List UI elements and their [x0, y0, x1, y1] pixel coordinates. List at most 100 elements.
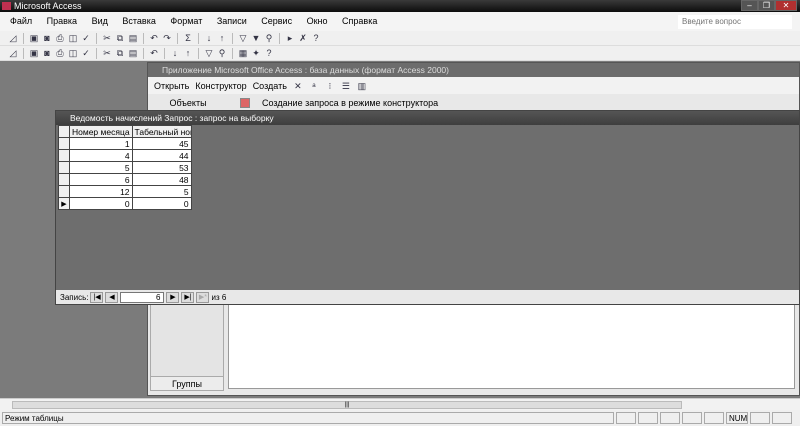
open-button[interactable]: Открыть [154, 81, 189, 91]
paste-icon[interactable]: ▤ [128, 48, 138, 58]
cell[interactable]: 6 [69, 173, 133, 186]
row-selector[interactable] [58, 161, 70, 174]
cut-icon[interactable]: ✂ [102, 33, 112, 43]
horizontal-scrollbar[interactable]: ||| [0, 398, 800, 410]
table-row: 4 44 [58, 149, 192, 162]
menu-view[interactable]: Вид [92, 16, 108, 26]
minimize-button[interactable]: – [741, 0, 758, 11]
row-selector[interactable] [58, 173, 70, 186]
list-icon[interactable]: ☰ [341, 81, 351, 91]
new-object-icon[interactable]: ✦ [251, 48, 261, 58]
cell[interactable]: 0 [69, 197, 133, 210]
cell[interactable]: 45 [131, 137, 192, 150]
copy-icon[interactable]: ⧉ [115, 48, 125, 58]
save-icon[interactable]: ▣ [29, 33, 39, 43]
sort-asc-icon[interactable]: ↓ [170, 48, 180, 58]
view-icon[interactable]: ◿ [8, 33, 18, 43]
help-icon[interactable]: ? [264, 48, 274, 58]
cell[interactable]: 44 [131, 149, 192, 162]
save-icon[interactable]: ▣ [29, 48, 39, 58]
sort-asc-icon[interactable]: ↓ [204, 33, 214, 43]
menu-insert[interactable]: Вставка [122, 16, 155, 26]
create-query-label: Создание запроса в режиме конструктора [262, 98, 439, 108]
filter-icon[interactable]: ▽ [238, 33, 248, 43]
cell[interactable]: 53 [131, 161, 192, 174]
table-row: 6 48 [58, 173, 192, 186]
menu-format[interactable]: Формат [170, 16, 202, 26]
preview-icon[interactable]: ◫ [68, 33, 78, 43]
create-button[interactable]: Создать [253, 81, 287, 91]
status-bar: Режим таблицы NUM [0, 410, 800, 426]
query-window: Ведомость начислений Запрос : запрос на … [55, 110, 800, 305]
cell[interactable]: 4 [69, 149, 133, 162]
cell[interactable]: 5 [69, 161, 133, 174]
database-toolbar: Открыть Конструктор Создать ✕ ᵃ ⁝ ☰ ▥ [148, 77, 799, 94]
search-file-icon[interactable]: ◙ [42, 33, 52, 43]
menu-help[interactable]: Справка [342, 16, 377, 26]
groups-button[interactable]: Группы [151, 376, 223, 390]
database-window-icon[interactable]: ▦ [238, 48, 248, 58]
prev-record-button[interactable]: ◀ [105, 291, 119, 303]
query-design-icon [240, 98, 250, 108]
current-record-icon[interactable]: ▶ [58, 197, 70, 210]
close-button[interactable]: ✕ [775, 0, 797, 11]
print-icon[interactable]: ⎙ [55, 48, 65, 58]
last-record-button[interactable]: ▶| [181, 291, 195, 303]
menu-window[interactable]: Окно [307, 16, 328, 26]
find-icon[interactable]: ⚲ [217, 48, 227, 58]
undo-icon[interactable]: ↶ [149, 33, 159, 43]
delete-icon[interactable]: ✕ [293, 81, 303, 91]
row-selector[interactable] [58, 185, 70, 198]
view-icon[interactable]: ◿ [8, 48, 18, 58]
preview-icon[interactable]: ◫ [68, 48, 78, 58]
datasheet-grid: Номер месяца Табельный ном 1 45 4 44 5 53 6… [58, 125, 192, 210]
large-icons-icon[interactable]: ᵃ [309, 81, 319, 91]
column-header[interactable]: Табельный ном [131, 125, 192, 138]
ask-question-input[interactable] [678, 15, 792, 29]
undo-icon[interactable]: ↶ [149, 48, 159, 58]
scrollbar-thumb[interactable]: ||| [12, 401, 682, 409]
spelling-icon[interactable]: ✓ [81, 48, 91, 58]
print-icon[interactable]: ⎙ [55, 33, 65, 43]
table-row: ▶ 0 0 [58, 197, 192, 210]
row-selector[interactable] [58, 149, 70, 162]
help-icon[interactable]: ? [311, 33, 321, 43]
delete-record-icon[interactable]: ✗ [298, 33, 308, 43]
find-icon[interactable]: ⚲ [264, 33, 274, 43]
filter-icon[interactable]: ▽ [204, 48, 214, 58]
first-record-button[interactable]: |◀ [90, 291, 104, 303]
record-number-input[interactable]: 6 [120, 291, 165, 303]
cell[interactable]: 0 [131, 197, 192, 210]
cell[interactable]: 12 [69, 185, 133, 198]
filter-form-icon[interactable]: ▼ [251, 33, 261, 43]
copy-icon[interactable]: ⧉ [115, 33, 125, 43]
create-query-design-item[interactable]: Создание запроса в режиме конструктора [234, 96, 438, 110]
sort-desc-icon[interactable]: ↑ [217, 33, 227, 43]
title-bar: Microsoft Access – ❐ ✕ [0, 0, 800, 12]
cell[interactable]: 5 [131, 185, 192, 198]
spelling-icon[interactable]: ✓ [81, 33, 91, 43]
new-record-button[interactable]: ▶* [196, 291, 210, 303]
select-all[interactable] [58, 125, 70, 138]
details-icon[interactable]: ▥ [357, 81, 367, 91]
next-record-button[interactable]: ▶ [166, 291, 180, 303]
small-icons-icon[interactable]: ⁝ [325, 81, 335, 91]
design-button[interactable]: Конструктор [195, 81, 246, 91]
column-header[interactable]: Номер месяца [69, 125, 133, 138]
paste-icon[interactable]: ▤ [128, 33, 138, 43]
menu-file[interactable]: Файл [10, 16, 32, 26]
cell[interactable]: 48 [131, 173, 192, 186]
cut-icon[interactable]: ✂ [102, 48, 112, 58]
redo-icon[interactable]: ↷ [162, 33, 172, 43]
sort-desc-icon[interactable]: ↑ [183, 48, 193, 58]
restore-button[interactable]: ❐ [758, 0, 775, 11]
cell[interactable]: 1 [69, 137, 133, 150]
menu-edit[interactable]: Правка [47, 16, 77, 26]
search-file-icon[interactable]: ◙ [42, 48, 52, 58]
sum-icon[interactable]: Σ [183, 33, 193, 43]
new-record-icon[interactable]: ▸ [285, 33, 295, 43]
menu-records[interactable]: Записи [217, 16, 247, 26]
menu-tools[interactable]: Сервис [261, 16, 292, 26]
row-selector[interactable] [58, 137, 70, 150]
database-window-title: Приложение Microsoft Office Access : баз… [148, 63, 799, 77]
